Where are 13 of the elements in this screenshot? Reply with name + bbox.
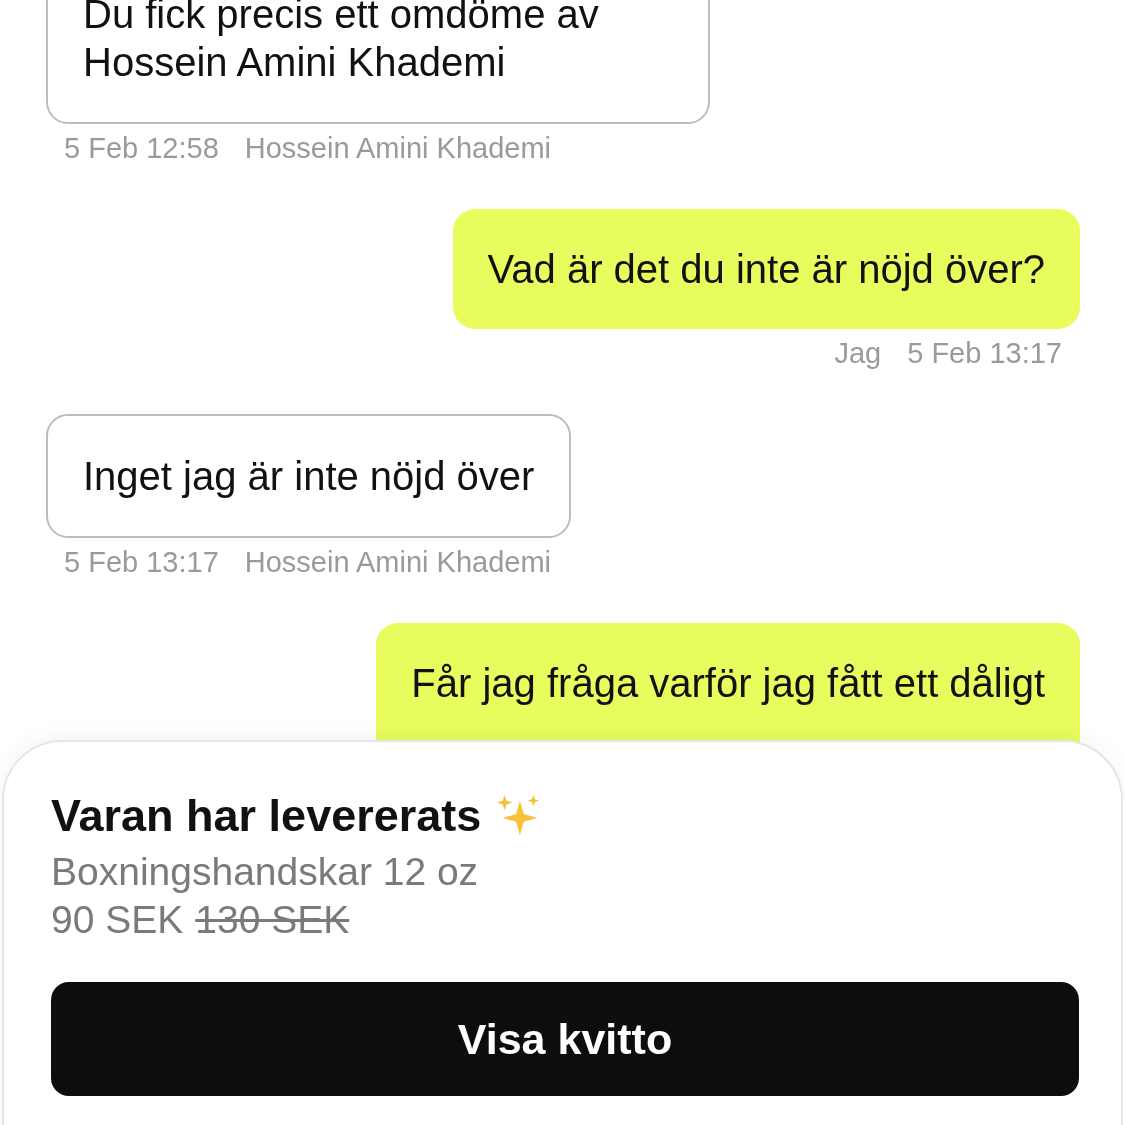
product-name: Boxningshandskar 12 oz xyxy=(51,849,480,895)
message-time: 5 Feb 12:58 xyxy=(64,132,219,165)
sender-name: Jag xyxy=(834,337,882,370)
received-message-bubble: Inget jag är inte nöjd över xyxy=(46,414,572,538)
message-time: 5 Feb 13:17 xyxy=(907,337,1062,370)
message-time: 5 Feb 13:17 xyxy=(64,546,219,579)
sent-message-bubble: Vad är det du inte är nöjd över? xyxy=(452,209,1080,329)
sender-name: Hossein Amini Khademi xyxy=(244,546,552,579)
sender-name: Hossein Amini Khademi xyxy=(244,132,552,165)
order-status-title: Varan har levererats xyxy=(51,790,482,842)
original-price: 130 SEK xyxy=(195,897,350,943)
receipt-button[interactable]: Visa kvitto xyxy=(51,982,1079,1096)
price: 90 SEK xyxy=(51,897,184,943)
